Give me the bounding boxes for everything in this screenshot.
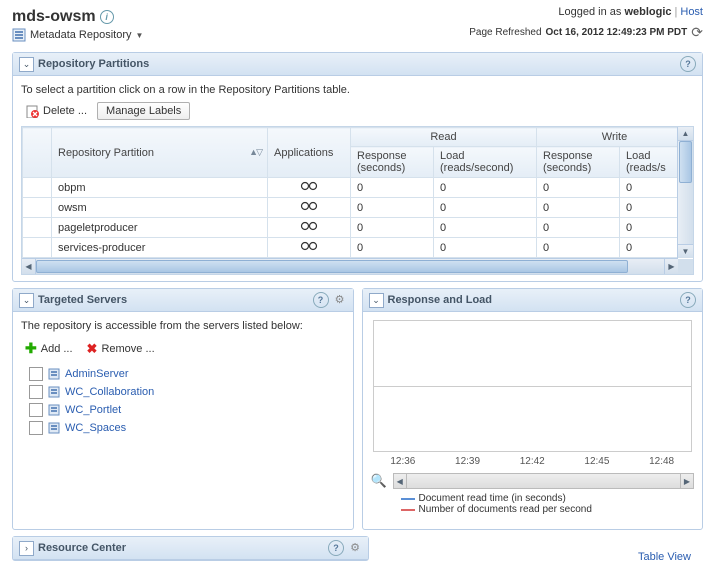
targeted-servers-panel: ⌄ Targeted Servers ? ⚙ The repository is… [12, 288, 354, 530]
server-icon [47, 367, 61, 381]
info-icon[interactable]: i [100, 10, 114, 24]
glasses-icon[interactable] [300, 201, 318, 211]
scroll-right-arrow[interactable]: ▶ [664, 259, 678, 274]
resource-title: Resource Center [38, 542, 126, 554]
col-read-group: Read [351, 128, 537, 147]
partitions-hint: To select a partition click on a row in … [21, 84, 694, 96]
table-row[interactable]: services-producer0000 [23, 238, 693, 258]
repository-icon [12, 28, 26, 42]
checkbox[interactable] [29, 421, 43, 435]
page-title: mds-owsm [12, 8, 96, 26]
partition-name: owsm [52, 198, 268, 218]
col-read-load[interactable]: Load (reads/second) [434, 147, 537, 178]
delete-button[interactable]: Delete ... [21, 102, 91, 120]
partition-name: obpm [52, 178, 268, 198]
server-item[interactable]: WC_Collaboration [29, 383, 345, 401]
help-icon[interactable]: ? [313, 292, 329, 308]
magnifier-icon[interactable]: 🔍 [371, 473, 387, 489]
server-icon [47, 385, 61, 399]
partitions-table: Repository Partition▲▽ Applications Read… [21, 126, 694, 275]
server-link[interactable]: WC_Portlet [65, 404, 121, 416]
server-item[interactable]: WC_Spaces [29, 419, 345, 437]
scroll-down-arrow[interactable]: ▼ [678, 244, 693, 258]
collapse-icon[interactable]: ⌄ [19, 293, 34, 308]
server-item[interactable]: WC_Portlet [29, 401, 345, 419]
response-load-chart [373, 320, 693, 452]
legend-swatch-blue [401, 498, 415, 500]
axis-tick: 12:39 [455, 456, 480, 467]
scroll-left-arrow[interactable]: ◀ [22, 259, 36, 274]
chart-legend: Document read time (in seconds) Number o… [401, 493, 695, 515]
slider-left-arrow[interactable]: ◀ [394, 474, 407, 488]
checkbox[interactable] [29, 403, 43, 417]
time-slider[interactable]: ◀ ▶ [393, 473, 694, 489]
partitions-panel: ⌄ Repository Partitions ? To select a pa… [12, 52, 703, 282]
login-info: Logged in as weblogic|Host [558, 6, 703, 18]
help-icon[interactable]: ? [328, 540, 344, 556]
remove-button[interactable]: ✖Remove ... [83, 338, 159, 359]
refresh-icon[interactable]: ⟳ [691, 24, 703, 41]
server-icon [47, 421, 61, 435]
hscroll-thumb[interactable] [36, 260, 628, 273]
targeted-hint: The repository is accessible from the se… [21, 320, 345, 332]
partition-name: services-producer [52, 238, 268, 258]
add-button[interactable]: ✚Add ... [21, 338, 77, 359]
x-icon: ✖ [87, 341, 98, 357]
help-icon[interactable]: ? [680, 292, 696, 308]
context-label: Metadata Repository [30, 29, 132, 41]
expand-icon[interactable]: › [19, 541, 34, 556]
gear-icon[interactable]: ⚙ [333, 292, 347, 306]
checkbox[interactable] [29, 367, 43, 381]
sort-icon[interactable]: ▲▽ [249, 147, 261, 158]
scroll-thumb[interactable] [679, 141, 692, 183]
table-row[interactable]: obpm0000 [23, 178, 693, 198]
collapse-icon[interactable]: ⌄ [369, 293, 384, 308]
server-link[interactable]: AdminServer [65, 368, 129, 380]
glasses-icon[interactable] [300, 221, 318, 231]
axis-tick: 12:36 [390, 456, 415, 467]
collapse-icon[interactable]: ⌄ [19, 57, 34, 72]
col-partition[interactable]: Repository Partition▲▽ [52, 128, 268, 178]
chevron-down-icon: ▼ [136, 31, 144, 40]
glasses-icon[interactable] [300, 241, 318, 251]
col-applications[interactable]: Applications [268, 128, 351, 178]
response-load-panel: ⌄ Response and Load ? 12:3612:3912:4212:… [362, 288, 704, 530]
resource-center-panel: › Resource Center ? ⚙ [12, 536, 369, 561]
glasses-icon[interactable] [300, 181, 318, 191]
scroll-up-arrow[interactable]: ▲ [678, 127, 693, 141]
table-row[interactable]: owsm0000 [23, 198, 693, 218]
axis-tick: 12:45 [584, 456, 609, 467]
partition-name: pageletproducer [52, 218, 268, 238]
refresh-info: Page Refreshed Oct 16, 2012 12:49:23 PM … [469, 24, 703, 41]
col-read-response[interactable]: Response (seconds) [351, 147, 434, 178]
vertical-scrollbar[interactable]: ▲ ▼ [677, 127, 693, 258]
help-icon[interactable]: ? [680, 56, 696, 72]
server-link[interactable]: WC_Collaboration [65, 386, 154, 398]
response-title: Response and Load [388, 294, 493, 306]
table-view-link[interactable]: Table View [638, 551, 691, 563]
gear-icon[interactable]: ⚙ [348, 540, 362, 554]
col-write-response[interactable]: Response (seconds) [537, 147, 620, 178]
axis-tick: 12:42 [520, 456, 545, 467]
partitions-title: Repository Partitions [38, 58, 149, 70]
horizontal-scrollbar[interactable]: ◀ ▶ [22, 258, 678, 274]
slider-right-arrow[interactable]: ▶ [680, 474, 693, 488]
legend-swatch-red [401, 509, 415, 511]
checkbox[interactable] [29, 385, 43, 399]
host-link[interactable]: Host [680, 6, 703, 18]
partitions-header: ⌄ Repository Partitions ? [13, 53, 702, 76]
server-icon [47, 403, 61, 417]
delete-icon [25, 104, 39, 118]
plus-icon: ✚ [25, 340, 37, 357]
chart-x-axis: 12:36 12:39 12:42 12:45 12:48 [371, 456, 695, 467]
username: weblogic [624, 6, 671, 18]
col-write-group: Write [537, 128, 693, 147]
axis-tick: 12:48 [649, 456, 674, 467]
server-link[interactable]: WC_Spaces [65, 422, 126, 434]
targeted-title: Targeted Servers [38, 294, 127, 306]
manage-labels-button[interactable]: Manage Labels [97, 102, 190, 120]
page-header: mds-owsm i Metadata Repository ▼ Logged … [0, 0, 715, 46]
server-item[interactable]: AdminServer [29, 365, 345, 383]
table-row[interactable]: pageletproducer0000 [23, 218, 693, 238]
